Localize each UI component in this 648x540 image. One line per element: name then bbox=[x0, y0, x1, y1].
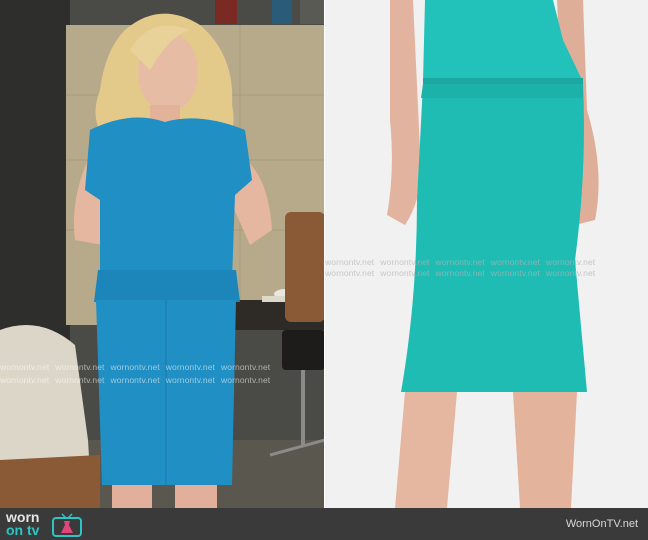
logo-text-on-tv: on tv bbox=[6, 522, 40, 538]
tv-still-photo: wornontv.net wornontv.net wornontv.net worn… bbox=[0, 0, 325, 508]
tv-still-illustration bbox=[0, 0, 325, 508]
product-illustration bbox=[325, 0, 648, 508]
footer-bar: worn on tv WornOnTV.net bbox=[0, 508, 648, 540]
site-name[interactable]: WornOnTV.net bbox=[566, 518, 638, 530]
tv-dress-icon bbox=[52, 513, 82, 537]
product-photo: wornontv.net wornontv.net wornontv.net worn… bbox=[325, 0, 648, 508]
wornontv-logo[interactable]: worn on tv bbox=[6, 510, 84, 538]
